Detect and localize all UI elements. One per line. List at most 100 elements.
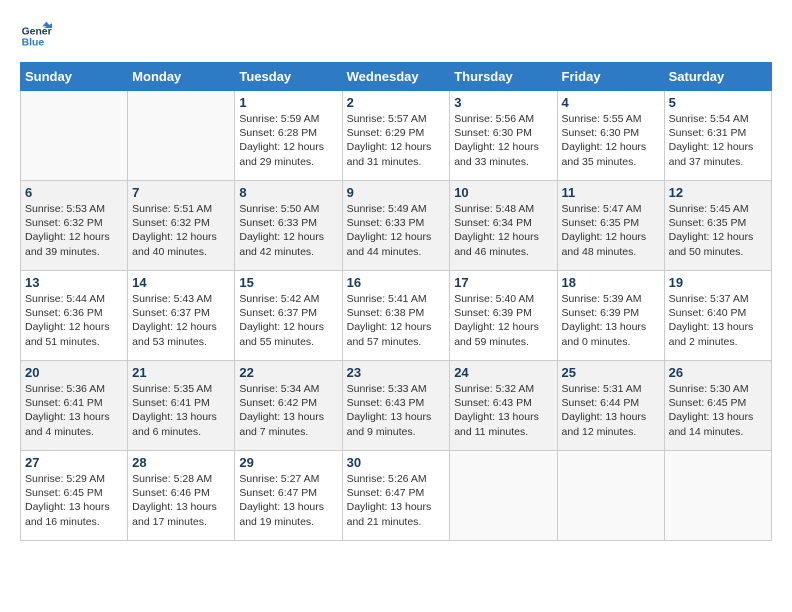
calendar-cell: 9 Sunrise: 5:49 AMSunset: 6:33 PMDaylight…	[342, 181, 450, 271]
calendar-cell: 21Sunrise: 5:35 AMSunset: 6:41 PMDayligh…	[128, 361, 235, 451]
calendar-cell: 2 Sunrise: 5:57 AMSunset: 6:29 PMDaylight…	[342, 91, 450, 181]
day-number: 12	[669, 185, 767, 200]
day-info: Sunrise: 5:28 AMSunset: 6:46 PMDaylight:…	[132, 472, 230, 529]
day-info: Sunrise: 5:34 AMSunset: 6:42 PMDaylight:…	[239, 382, 337, 439]
day-info: Sunrise: 5:40 AMSunset: 6:39 PMDaylight:…	[454, 292, 552, 349]
day-info: Sunrise: 5:32 AMSunset: 6:43 PMDaylight:…	[454, 382, 552, 439]
day-info: Sunrise: 5:51 AMSunset: 6:32 PMDaylight:…	[132, 202, 230, 259]
weekday-header-cell: Friday	[557, 63, 664, 91]
day-info: Sunrise: 5:39 AMSunset: 6:39 PMDaylight:…	[562, 292, 660, 349]
day-info: Sunrise: 5:41 AMSunset: 6:38 PMDaylight:…	[347, 292, 446, 349]
day-info: Sunrise: 5:44 AMSunset: 6:36 PMDaylight:…	[25, 292, 123, 349]
logo-icon: General Blue	[20, 20, 52, 52]
day-number: 21	[132, 365, 230, 380]
day-info: Sunrise: 5:53 AMSunset: 6:32 PMDaylight:…	[25, 202, 123, 259]
calendar-cell	[557, 451, 664, 541]
day-info: Sunrise: 5:26 AMSunset: 6:47 PMDaylight:…	[347, 472, 446, 529]
day-number: 14	[132, 275, 230, 290]
day-number: 9	[347, 185, 446, 200]
calendar-cell: 24 Sunrise: 5:32 AMSunset: 6:43 PMDayligh…	[450, 361, 557, 451]
day-number: 26	[669, 365, 767, 380]
calendar-cell	[664, 451, 771, 541]
calendar-cell	[128, 91, 235, 181]
day-number: 2	[347, 95, 446, 110]
day-info: Sunrise: 5:59 AMSunset: 6:28 PMDaylight:…	[239, 112, 337, 169]
logo: General Blue	[20, 20, 52, 52]
calendar-cell: 25 Sunrise: 5:31 AMSunset: 6:44 PMDayligh…	[557, 361, 664, 451]
calendar-cell: 7 Sunrise: 5:51 AMSunset: 6:32 PMDaylight…	[128, 181, 235, 271]
calendar-cell: 20 Sunrise: 5:36 AMSunset: 6:41 PMDayligh…	[21, 361, 128, 451]
day-info: Sunrise: 5:49 AMSunset: 6:33 PMDaylight:…	[347, 202, 446, 259]
day-number: 19	[669, 275, 767, 290]
day-number: 25	[562, 365, 660, 380]
day-info: Sunrise: 5:50 AMSunset: 6:33 PMDaylight:…	[239, 202, 337, 259]
day-number: 27	[25, 455, 123, 470]
calendar-cell: 5 Sunrise: 5:54 AMSunset: 6:31 PMDaylight…	[664, 91, 771, 181]
day-info: Sunrise: 5:27 AMSunset: 6:47 PMDaylight:…	[239, 472, 337, 529]
day-info: Sunrise: 5:29 AMSunset: 6:45 PMDaylight:…	[25, 472, 123, 529]
calendar-cell: 27 Sunrise: 5:29 AMSunset: 6:45 PMDayligh…	[21, 451, 128, 541]
day-info: Sunrise: 5:30 AMSunset: 6:45 PMDaylight:…	[669, 382, 767, 439]
weekday-header-cell: Tuesday	[235, 63, 342, 91]
calendar-cell: 13Sunrise: 5:44 AMSunset: 6:36 PMDayligh…	[21, 271, 128, 361]
day-number: 5	[669, 95, 767, 110]
calendar-week-row: 1 Sunrise: 5:59 AMSunset: 6:28 PMDaylight…	[21, 91, 772, 181]
day-number: 1	[239, 95, 337, 110]
calendar-week-row: 13Sunrise: 5:44 AMSunset: 6:36 PMDayligh…	[21, 271, 772, 361]
calendar-cell: 16 Sunrise: 5:41 AMSunset: 6:38 PMDayligh…	[342, 271, 450, 361]
day-number: 7	[132, 185, 230, 200]
calendar-cell	[21, 91, 128, 181]
day-number: 28	[132, 455, 230, 470]
calendar-week-row: 27 Sunrise: 5:29 AMSunset: 6:45 PMDayligh…	[21, 451, 772, 541]
weekday-header-cell: Saturday	[664, 63, 771, 91]
calendar-cell: 14Sunrise: 5:43 AMSunset: 6:37 PMDayligh…	[128, 271, 235, 361]
calendar-cell: 11Sunrise: 5:47 AMSunset: 6:35 PMDayligh…	[557, 181, 664, 271]
day-info: Sunrise: 5:37 AMSunset: 6:40 PMDaylight:…	[669, 292, 767, 349]
day-number: 4	[562, 95, 660, 110]
day-info: Sunrise: 5:36 AMSunset: 6:41 PMDaylight:…	[25, 382, 123, 439]
calendar-cell: 26 Sunrise: 5:30 AMSunset: 6:45 PMDayligh…	[664, 361, 771, 451]
calendar-cell: 28 Sunrise: 5:28 AMSunset: 6:46 PMDayligh…	[128, 451, 235, 541]
day-number: 20	[25, 365, 123, 380]
day-number: 17	[454, 275, 552, 290]
day-number: 18	[562, 275, 660, 290]
day-number: 24	[454, 365, 552, 380]
day-info: Sunrise: 5:33 AMSunset: 6:43 PMDaylight:…	[347, 382, 446, 439]
svg-text:Blue: Blue	[22, 38, 45, 49]
calendar-table: SundayMondayTuesdayWednesdayThursdayFrid…	[20, 62, 772, 541]
day-number: 16	[347, 275, 446, 290]
day-info: Sunrise: 5:31 AMSunset: 6:44 PMDaylight:…	[562, 382, 660, 439]
calendar-cell: 29 Sunrise: 5:27 AMSunset: 6:47 PMDayligh…	[235, 451, 342, 541]
day-number: 29	[239, 455, 337, 470]
svg-text:General: General	[22, 26, 52, 37]
day-number: 23	[347, 365, 446, 380]
day-info: Sunrise: 5:56 AMSunset: 6:30 PMDaylight:…	[454, 112, 552, 169]
weekday-header-cell: Monday	[128, 63, 235, 91]
day-info: Sunrise: 5:54 AMSunset: 6:31 PMDaylight:…	[669, 112, 767, 169]
calendar-cell: 10 Sunrise: 5:48 AMSunset: 6:34 PMDayligh…	[450, 181, 557, 271]
calendar-cell: 12 Sunrise: 5:45 AMSunset: 6:35 PMDayligh…	[664, 181, 771, 271]
day-number: 10	[454, 185, 552, 200]
weekday-header-row: SundayMondayTuesdayWednesdayThursdayFrid…	[21, 63, 772, 91]
calendar-cell: 4 Sunrise: 5:55 AMSunset: 6:30 PMDaylight…	[557, 91, 664, 181]
day-info: Sunrise: 5:48 AMSunset: 6:34 PMDaylight:…	[454, 202, 552, 259]
day-info: Sunrise: 5:55 AMSunset: 6:30 PMDaylight:…	[562, 112, 660, 169]
calendar-cell: 8Sunrise: 5:50 AMSunset: 6:33 PMDaylight…	[235, 181, 342, 271]
day-info: Sunrise: 5:45 AMSunset: 6:35 PMDaylight:…	[669, 202, 767, 259]
calendar-cell: 17 Sunrise: 5:40 AMSunset: 6:39 PMDayligh…	[450, 271, 557, 361]
day-number: 11	[562, 185, 660, 200]
day-number: 15	[239, 275, 337, 290]
calendar-cell: 3 Sunrise: 5:56 AMSunset: 6:30 PMDaylight…	[450, 91, 557, 181]
day-info: Sunrise: 5:42 AMSunset: 6:37 PMDaylight:…	[239, 292, 337, 349]
day-number: 30	[347, 455, 446, 470]
day-number: 3	[454, 95, 552, 110]
weekday-header-cell: Wednesday	[342, 63, 450, 91]
calendar-week-row: 6 Sunrise: 5:53 AMSunset: 6:32 PMDaylight…	[21, 181, 772, 271]
calendar-cell: 19 Sunrise: 5:37 AMSunset: 6:40 PMDayligh…	[664, 271, 771, 361]
day-info: Sunrise: 5:57 AMSunset: 6:29 PMDaylight:…	[347, 112, 446, 169]
calendar-cell	[450, 451, 557, 541]
calendar-week-row: 20 Sunrise: 5:36 AMSunset: 6:41 PMDayligh…	[21, 361, 772, 451]
weekday-header-cell: Thursday	[450, 63, 557, 91]
day-number: 6	[25, 185, 123, 200]
day-number: 22	[239, 365, 337, 380]
